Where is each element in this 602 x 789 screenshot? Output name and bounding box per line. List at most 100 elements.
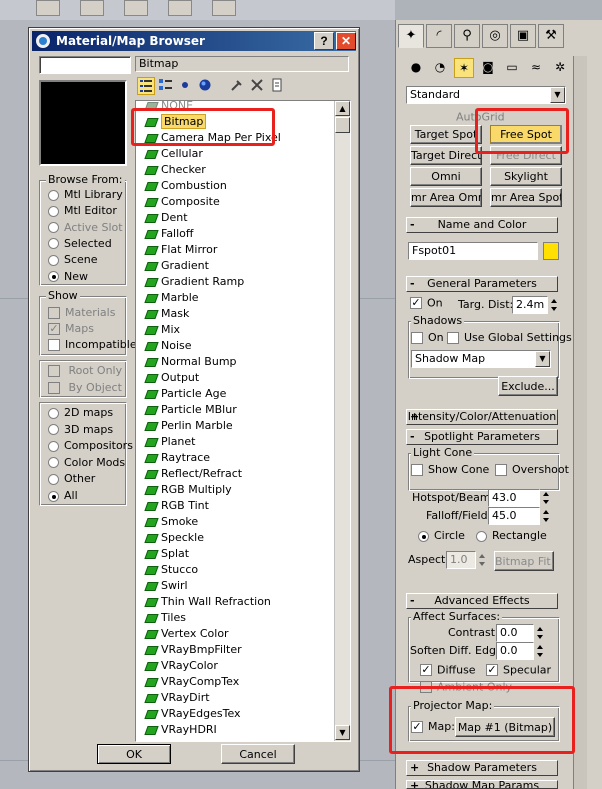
light-on-checkbox[interactable]: ✓ On [410, 296, 443, 310]
browse-from-radio[interactable]: Mtl Library [48, 187, 123, 203]
shadow-map-params-header[interactable]: + Shadow Map Params [406, 780, 558, 789]
object-type-button[interactable]: Skylight [490, 167, 562, 186]
show-checkbox[interactable]: ✓ Maps [48, 321, 94, 337]
aspect-field[interactable]: 1.0 [446, 551, 476, 569]
view-list-icon[interactable] [137, 77, 155, 95]
contrast-spinner[interactable] [536, 624, 545, 642]
view-large-icons-icon[interactable] [197, 77, 215, 95]
use-global-settings-checkbox[interactable]: Use Global Settings [447, 330, 572, 346]
hotspot-spinner[interactable] [542, 489, 551, 507]
hotspot-field[interactable]: 43.0 [488, 489, 540, 507]
aspect-spinner[interactable] [478, 551, 487, 569]
circle-radio[interactable]: Circle [418, 528, 465, 544]
spotlight-parameters-header[interactable]: - Spotlight Parameters [406, 429, 558, 445]
map-list-item[interactable]: Tiles [144, 610, 186, 626]
close-button[interactable]: ✕ [336, 32, 356, 50]
map-list-item[interactable]: VRayDirt [144, 690, 210, 706]
map-list-item[interactable]: Planet [144, 434, 195, 450]
map-type-radio[interactable]: 3D maps [48, 422, 113, 438]
utilities-tab-icon[interactable]: ⚒ [538, 24, 564, 48]
browse-from-radio[interactable]: Active Slot [48, 220, 123, 236]
map-list-item[interactable]: VRayColor [144, 658, 218, 674]
map-list-item[interactable]: Checker [144, 162, 206, 178]
update-scene-materials-icon[interactable] [229, 77, 247, 95]
soften-diff-edge-field[interactable]: 0.0 [496, 642, 534, 660]
bitmap-fit-button[interactable]: Bitmap Fit... [494, 551, 554, 571]
map-list-item[interactable]: Falloff [144, 226, 193, 242]
map-list-item[interactable]: VRayBmpFilter [144, 642, 242, 658]
map-type-radio[interactable]: Color Mods [48, 455, 125, 471]
display-tab-icon[interactable]: ▣ [510, 24, 536, 48]
object-type-button[interactable]: Target Spot [410, 125, 482, 144]
clear-library-icon[interactable] [269, 77, 287, 95]
map-list-item[interactable]: Perlin Marble [144, 418, 233, 434]
help-button[interactable]: ? [314, 32, 334, 50]
object-type-button[interactable]: mr Area Omni [410, 188, 482, 207]
object-type-button[interactable]: Omni [410, 167, 482, 186]
advanced-effects-header[interactable]: - Advanced Effects [406, 593, 558, 609]
map-list-item[interactable]: Output [144, 370, 199, 386]
shadow-type-dropdown[interactable]: Shadow Map ▼ [411, 350, 551, 368]
map-list-item[interactable]: Splat [144, 546, 189, 562]
object-type-button[interactable]: mr Area Spot [490, 188, 562, 207]
shadow-parameters-header[interactable]: + Shadow Parameters [406, 760, 558, 776]
motion-tab-icon[interactable]: ◎ [482, 24, 508, 48]
map-list-item[interactable]: VRayEdgesTex [144, 706, 241, 722]
map-list-item[interactable]: Dent [144, 210, 188, 226]
soften-diff-edge-spinner[interactable] [536, 642, 545, 660]
view-small-icons-icon[interactable] [177, 77, 195, 95]
viewport-tab[interactable] [168, 0, 192, 16]
geometry-icon[interactable]: ● [406, 58, 426, 78]
object-color-swatch[interactable] [543, 242, 559, 260]
map-list-item[interactable]: Mix [144, 322, 180, 338]
show-cone-checkbox[interactable]: Show Cone [411, 462, 489, 478]
show-checkbox[interactable]: Materials [48, 305, 115, 321]
viewport-tab[interactable] [80, 0, 104, 16]
map-list[interactable]: NONE Bitmap Camera Map Per Pixel Cellular Ch… [135, 100, 351, 742]
falloff-field[interactable]: 45.0 [488, 507, 540, 525]
diffuse-checkbox[interactable]: ✓ Diffuse [420, 663, 476, 677]
hierarchy-tab-icon[interactable]: ⚲ [454, 24, 480, 48]
map-list-item[interactable]: VRayCompTex [144, 674, 239, 690]
map-list-item[interactable]: Smoke [144, 514, 198, 530]
create-tab-icon[interactable]: ✦ [398, 24, 424, 48]
browse-from-radio[interactable]: Selected [48, 236, 112, 252]
delete-icon[interactable] [249, 77, 267, 95]
map-type-radio[interactable]: Compositors [48, 438, 133, 454]
map-list-item[interactable]: Vertex Color [144, 626, 229, 642]
cancel-button[interactable]: Cancel [221, 744, 295, 764]
targ-dist-field[interactable]: 2.4m [512, 296, 548, 314]
dialog-title-bar[interactable]: Material/Map Browser ? ✕ [32, 31, 356, 51]
map-type-radio[interactable]: Other [48, 471, 95, 487]
command-panel-scrollbar[interactable] [573, 56, 587, 789]
overshoot-checkbox[interactable]: Overshoot [495, 462, 569, 478]
shapes-icon[interactable]: ◔ [430, 58, 450, 78]
map-list-item[interactable]: Noise [144, 338, 192, 354]
map-list-item[interactable]: Speckle [144, 530, 204, 546]
shadows-on-checkbox[interactable]: On [411, 330, 444, 346]
lights-icon[interactable]: ✶ [454, 58, 474, 78]
map-type-radio[interactable]: All [48, 488, 78, 504]
viewport-tab[interactable] [212, 0, 236, 16]
helpers-icon[interactable]: ▭ [502, 58, 522, 78]
map-list-item[interactable]: Gradient [144, 258, 209, 274]
map-list-item[interactable]: Cellular [144, 146, 203, 162]
name-and-color-header[interactable]: - Name and Color [406, 217, 558, 233]
map-list-item[interactable]: Thin Wall Refraction [144, 594, 271, 610]
map-type-radio[interactable]: 2D maps [48, 405, 113, 421]
scroll-thumb[interactable] [335, 117, 350, 133]
map-list-item[interactable]: Stucco [144, 562, 198, 578]
space-warps-icon[interactable]: ≈ [526, 58, 546, 78]
view-list-icons-icon[interactable] [157, 77, 175, 95]
map-list-item[interactable]: Normal Bump [144, 354, 237, 370]
browse-from-radio[interactable]: Mtl Editor [48, 203, 117, 219]
map-list-item[interactable]: RGB Tint [144, 498, 209, 514]
map-list-item[interactable]: VRayHDRI [144, 722, 217, 738]
scroll-up-icon[interactable]: ▲ [335, 101, 350, 116]
specular-checkbox[interactable]: ✓ Specular [486, 663, 551, 677]
browse-from-radio[interactable]: New [48, 269, 88, 285]
map-list-item[interactable]: Reflect/Refract [144, 466, 242, 482]
ok-button[interactable]: OK [97, 744, 171, 764]
targ-dist-spinner[interactable] [550, 296, 559, 314]
show-checkbox[interactable]: Incompatible [48, 337, 137, 353]
